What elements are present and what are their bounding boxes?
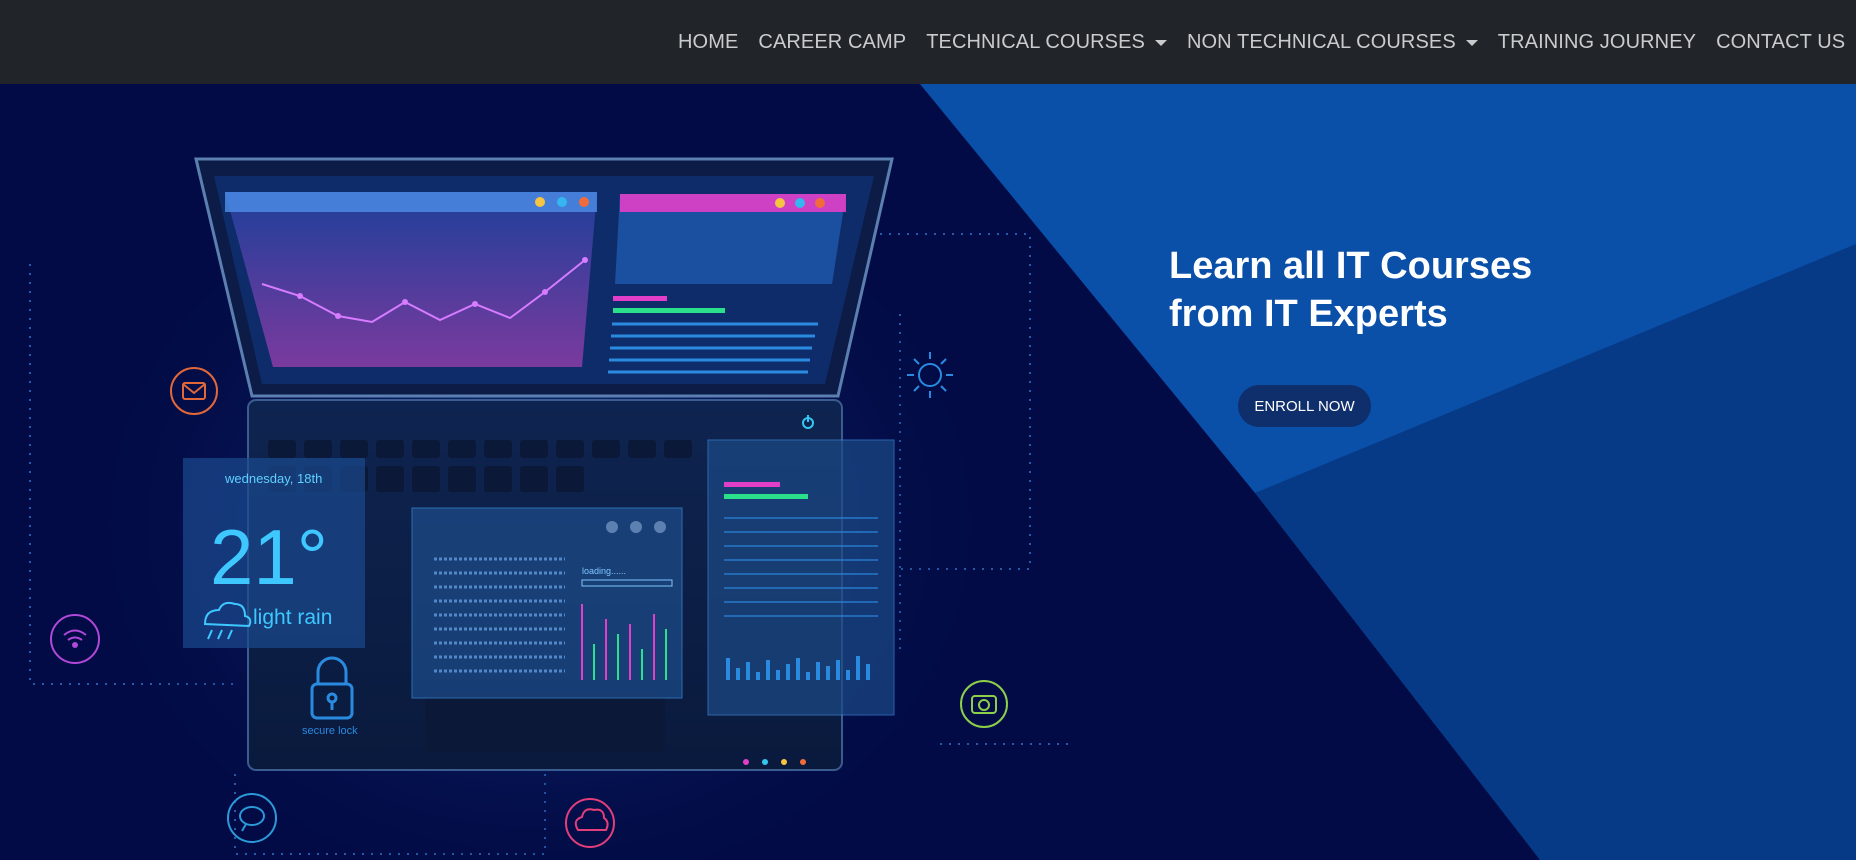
nav-training-journey[interactable]: TRAINING JOURNEY xyxy=(1488,31,1706,54)
nav-career-camp[interactable]: CAREER CAMP xyxy=(748,31,916,54)
nav-career-camp-label: CAREER CAMP xyxy=(758,30,907,53)
nav-technical-courses-dropdown[interactable]: TECHNICAL COURSES xyxy=(916,31,1177,54)
nav-menu: HOME CAREER CAMP TECHNICAL COURSES NON T… xyxy=(668,0,1855,84)
laptop-illustration: loading...... wednesday, 18th 21° light … xyxy=(183,157,895,771)
hero-illustration: loading...... wednesday, 18th 21° light … xyxy=(0,84,1856,860)
top-navbar: HOME CAREER CAMP TECHNICAL COURSES NON T… xyxy=(0,0,1856,84)
caret-down-icon xyxy=(1154,40,1167,46)
secure-lock-text: secure lock xyxy=(302,725,358,737)
nav-home[interactable]: HOME xyxy=(668,31,748,54)
caret-down-icon xyxy=(1465,40,1478,46)
hero-headline: Learn all IT Courses from IT Experts xyxy=(1169,242,1589,338)
weather-condition-text: light rain xyxy=(253,606,332,629)
nav-contact-us[interactable]: CONTACT US xyxy=(1706,31,1855,54)
headline-line-1: Learn all IT Courses xyxy=(1169,245,1533,287)
nav-home-label: HOME xyxy=(678,30,739,53)
nav-contact-us-label: CONTACT US xyxy=(1716,30,1846,53)
temperature-text: 21° xyxy=(210,513,328,601)
nav-training-journey-label: TRAINING JOURNEY xyxy=(1497,30,1697,53)
nav-technical-courses-label: TECHNICAL COURSES xyxy=(926,30,1145,53)
loading-text: loading...... xyxy=(582,566,626,576)
nav-non-technical-courses-label: NON TECHNICAL COURSES xyxy=(1186,30,1456,53)
headline-line-2: from IT Experts xyxy=(1169,293,1448,335)
nav-non-technical-courses-dropdown[interactable]: NON TECHNICAL COURSES xyxy=(1177,31,1488,54)
hero-banner: loading...... wednesday, 18th 21° light … xyxy=(0,84,1856,860)
enroll-now-button[interactable]: ENROLL NOW xyxy=(1238,385,1371,427)
weather-date-text: wednesday, 18th xyxy=(224,471,322,486)
